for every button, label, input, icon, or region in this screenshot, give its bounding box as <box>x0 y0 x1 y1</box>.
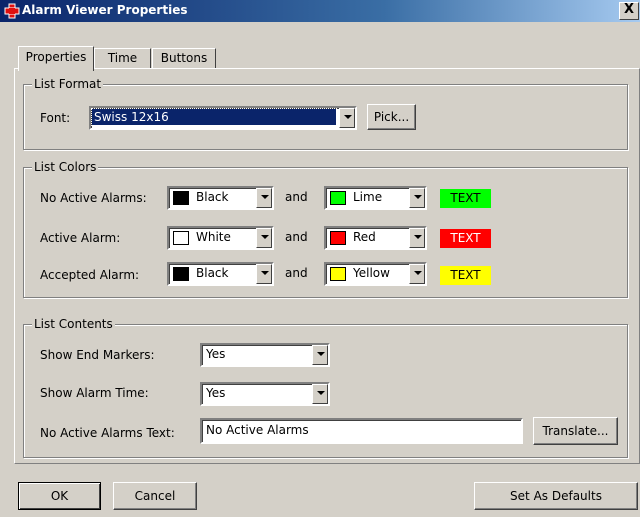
list-format-legend: List Format <box>32 77 104 91</box>
set-as-defaults-button[interactable]: Set As Defaults <box>474 482 638 510</box>
cancel-button[interactable]: Cancel <box>113 482 197 510</box>
tab-properties[interactable]: Properties <box>18 46 94 71</box>
tab-time[interactable]: Time <box>94 48 151 69</box>
list-colors-legend: List Colors <box>32 160 99 174</box>
tab-buttons[interactable]: Buttons <box>152 48 216 69</box>
window-title: Alarm Viewer Properties <box>22 3 188 17</box>
list-contents-legend: List Contents <box>32 317 115 331</box>
properties-tab-panel <box>14 68 640 464</box>
ok-button[interactable]: OK <box>18 482 101 510</box>
alarm-viewer-icon <box>4 3 20 19</box>
close-button[interactable]: X <box>619 2 639 20</box>
